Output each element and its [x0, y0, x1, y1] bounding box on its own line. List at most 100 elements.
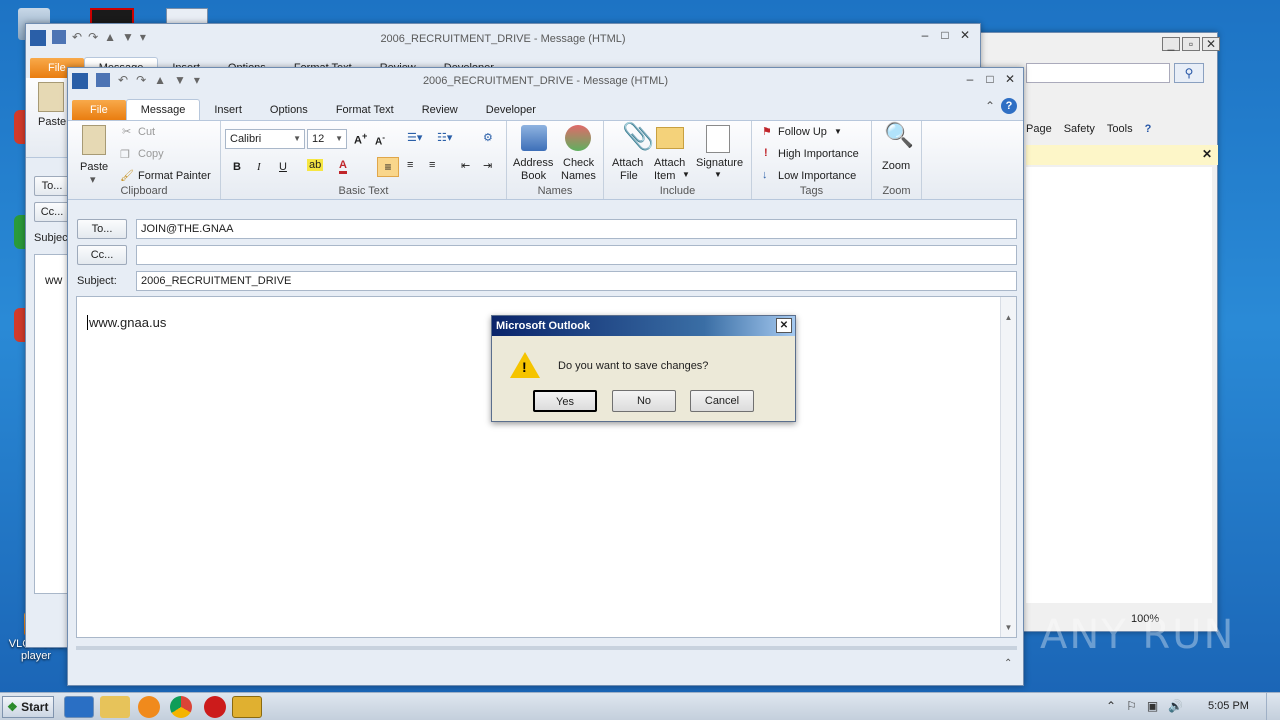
close-icon[interactable]: ✕ [1202, 147, 1212, 161]
italic-icon[interactable]: I [257, 161, 261, 173]
tab-developer[interactable]: Developer [472, 100, 550, 120]
start-button[interactable]: ❖ Start [2, 696, 54, 718]
minimize-icon[interactable]: – [916, 28, 934, 42]
tab-format-text[interactable]: Format Text [322, 100, 408, 120]
check-names-line1[interactable]: Check [563, 157, 594, 169]
grow-font-icon[interactable]: A+ [354, 131, 367, 147]
info-bar[interactable]: ✕ [1026, 145, 1218, 165]
yes-button[interactable]: Yes [533, 390, 597, 412]
cc-field[interactable] [136, 245, 1017, 265]
volume-icon[interactable]: 🔊 [1168, 699, 1183, 713]
up-icon[interactable]: ▲ [104, 30, 116, 46]
signature-button[interactable]: Signature [696, 157, 743, 169]
copy-button[interactable]: Copy [138, 148, 164, 160]
menu-safety[interactable]: Safety [1064, 123, 1095, 135]
cc-button[interactable]: Cc... [77, 245, 127, 265]
show-desktop-button[interactable] [1266, 693, 1280, 720]
redo-icon[interactable]: ↷ [136, 73, 146, 89]
minimize-ribbon-icon[interactable]: ⌃ [985, 99, 995, 113]
search-icon[interactable]: ⚲ [1174, 63, 1204, 83]
decrease-indent-icon[interactable]: ⇤ [461, 159, 470, 172]
attach-file-line1[interactable]: Attach [612, 157, 643, 169]
address-bar[interactable] [1026, 63, 1170, 83]
paste-button[interactable]: Paste [80, 161, 108, 173]
check-names-line2[interactable]: Names [561, 170, 596, 182]
to-field[interactable]: JOIN@THE.GNAA [136, 219, 1017, 239]
menu-tools[interactable]: Tools [1107, 123, 1133, 135]
maximize-icon[interactable]: ▫ [1182, 37, 1200, 51]
help-icon[interactable]: ? [1001, 98, 1017, 114]
save-icon[interactable] [52, 30, 66, 44]
outlook-taskbar-icon[interactable] [232, 696, 262, 718]
attach-file-line2[interactable]: File [620, 170, 638, 182]
show-hidden-icons[interactable]: ⌃ [1106, 699, 1116, 713]
expand-icon[interactable]: ⌃ [1004, 658, 1012, 669]
font-color-icon[interactable]: A [339, 159, 347, 174]
cut-button[interactable]: Cut [138, 126, 155, 138]
tab-options[interactable]: Options [256, 100, 322, 120]
scrollbar[interactable]: ▲ ▼ [1000, 297, 1016, 637]
address-book-line1[interactable]: Address [513, 157, 553, 169]
attach-item-line1[interactable]: Attach [654, 157, 685, 169]
high-importance-button[interactable]: High Importance [778, 148, 859, 160]
highlight-icon[interactable]: ab [307, 159, 324, 171]
tab-review[interactable]: Review [408, 100, 472, 120]
minimize-icon[interactable]: _ [1162, 37, 1180, 51]
attach-item-line2[interactable]: Item [654, 170, 675, 182]
low-importance-button[interactable]: Low Importance [778, 170, 856, 182]
help-icon[interactable]: ? [1145, 123, 1152, 135]
format-painter-button[interactable]: Format Painter [138, 170, 211, 182]
network-icon[interactable]: ▣ [1147, 699, 1158, 713]
customize-icon[interactable]: ▾ [194, 73, 200, 89]
follow-up-button[interactable]: Follow Up [778, 126, 827, 138]
maximize-icon[interactable]: □ [936, 28, 954, 42]
subject-field[interactable]: 2006_RECRUITMENT_DRIVE [136, 271, 1017, 291]
font-select[interactable]: Calibri ▼ [225, 129, 305, 149]
maximize-icon[interactable]: □ [981, 72, 999, 86]
bold-icon[interactable]: B [233, 161, 241, 173]
down-icon[interactable]: ▼ [174, 73, 186, 89]
close-icon[interactable]: ✕ [956, 28, 974, 42]
opera-taskbar-icon[interactable] [204, 696, 226, 718]
clock[interactable]: 5:05 PM [1208, 700, 1249, 712]
no-button[interactable]: No [612, 390, 676, 412]
styles-icon[interactable]: ⚙ [483, 131, 493, 144]
customize-icon[interactable]: ▾ [140, 30, 146, 46]
scroll-down-icon[interactable]: ▼ [1001, 623, 1016, 637]
chrome-taskbar-icon[interactable] [170, 696, 192, 718]
zoom-button[interactable]: Zoom [882, 160, 910, 172]
shrink-font-icon[interactable]: A- [375, 132, 385, 147]
undo-icon[interactable]: ↶ [72, 30, 82, 46]
down-icon[interactable]: ▼ [122, 30, 134, 46]
align-left-icon[interactable]: ≡ [377, 157, 399, 177]
tab-insert[interactable]: Insert [200, 100, 256, 120]
redo-icon[interactable]: ↷ [88, 30, 98, 46]
to-button[interactable]: To... [77, 219, 127, 239]
underline-icon[interactable]: U [279, 161, 287, 173]
paste-button-label[interactable]: Paste [38, 116, 66, 128]
media-player-taskbar-icon[interactable] [138, 696, 160, 718]
close-icon[interactable]: ✕ [1001, 72, 1019, 86]
minimize-icon[interactable]: – [961, 72, 979, 86]
chevron-down-icon[interactable]: ▼ [834, 127, 842, 136]
save-icon[interactable] [96, 73, 110, 87]
align-center-icon[interactable]: ≡ [407, 159, 413, 171]
bullets-icon[interactable]: ☰▾ [407, 131, 422, 144]
cc-button[interactable]: Cc... [34, 202, 70, 222]
close-icon[interactable]: ✕ [776, 318, 792, 333]
tab-file[interactable]: File [72, 100, 126, 120]
undo-icon[interactable]: ↶ [118, 73, 128, 89]
cancel-button[interactable]: Cancel [690, 390, 754, 412]
explorer-taskbar-icon[interactable] [100, 696, 130, 718]
action-center-icon[interactable]: ⚐ [1126, 699, 1137, 713]
ie-taskbar-icon[interactable] [64, 696, 94, 718]
scroll-up-icon[interactable]: ▲ [1001, 313, 1016, 327]
close-icon[interactable]: ✕ [1202, 37, 1220, 51]
up-icon[interactable]: ▲ [154, 73, 166, 89]
increase-indent-icon[interactable]: ⇥ [483, 159, 492, 172]
align-right-icon[interactable]: ≡ [429, 159, 435, 171]
numbering-icon[interactable]: ☷▾ [437, 131, 452, 144]
to-button[interactable]: To... [34, 176, 70, 196]
chevron-down-icon[interactable]: ▼ [714, 170, 722, 179]
tab-message[interactable]: Message [125, 99, 201, 120]
